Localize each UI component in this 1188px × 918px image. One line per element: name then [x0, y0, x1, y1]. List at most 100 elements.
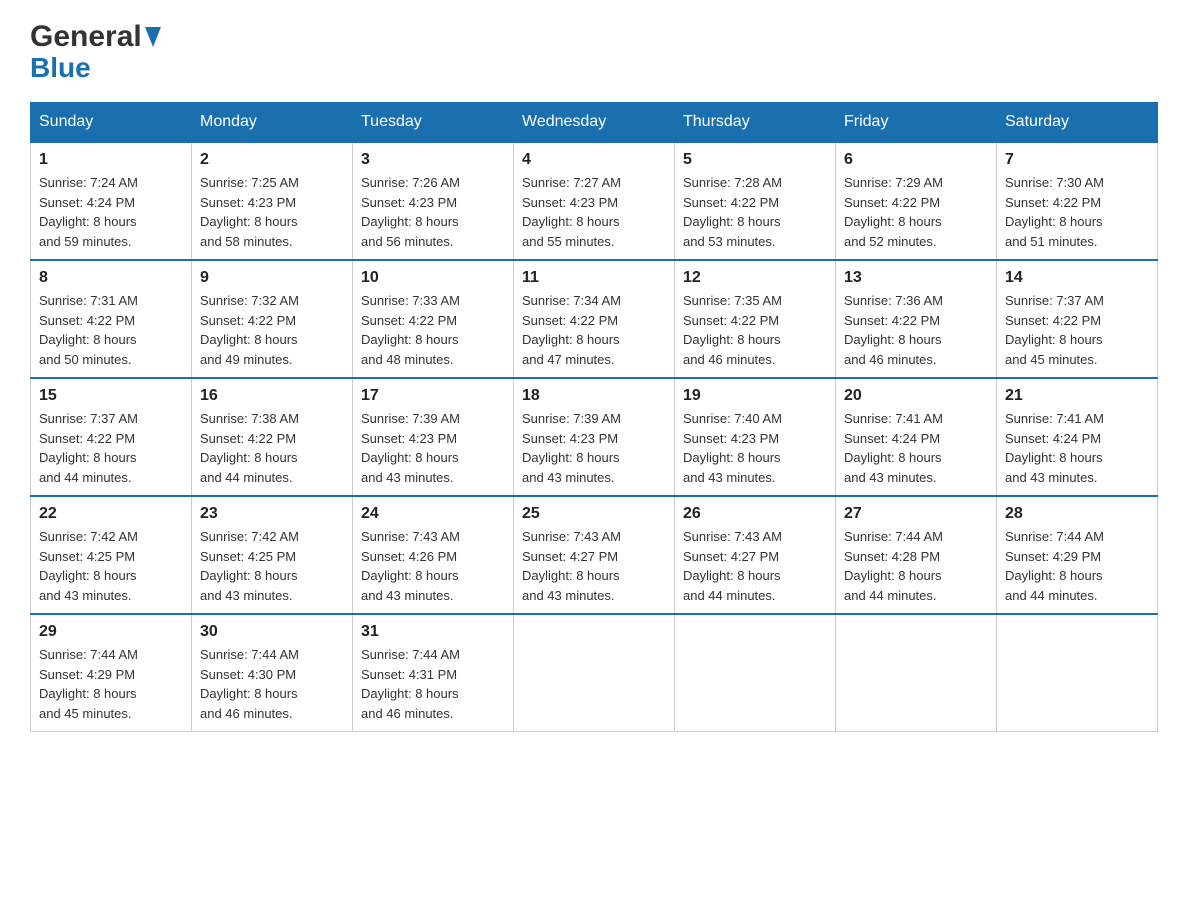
calendar-cell: 20 Sunrise: 7:41 AMSunset: 4:24 PMDaylig…: [836, 378, 997, 496]
calendar-cell: 16 Sunrise: 7:38 AMSunset: 4:22 PMDaylig…: [192, 378, 353, 496]
day-info: Sunrise: 7:25 AMSunset: 4:23 PMDaylight:…: [200, 175, 299, 249]
logo-arrow-icon: [145, 27, 161, 52]
calendar-header-row: SundayMondayTuesdayWednesdayThursdayFrid…: [31, 103, 1158, 143]
day-number: 24: [361, 505, 505, 523]
calendar-cell: [514, 614, 675, 732]
day-info: Sunrise: 7:34 AMSunset: 4:22 PMDaylight:…: [522, 293, 621, 367]
day-info: Sunrise: 7:33 AMSunset: 4:22 PMDaylight:…: [361, 293, 460, 367]
day-info: Sunrise: 7:38 AMSunset: 4:22 PMDaylight:…: [200, 411, 299, 485]
day-number: 4: [522, 151, 666, 169]
day-number: 29: [39, 623, 183, 641]
day-info: Sunrise: 7:26 AMSunset: 4:23 PMDaylight:…: [361, 175, 460, 249]
day-number: 21: [1005, 387, 1149, 405]
calendar-cell: 14 Sunrise: 7:37 AMSunset: 4:22 PMDaylig…: [997, 260, 1158, 378]
calendar-cell: 5 Sunrise: 7:28 AMSunset: 4:22 PMDayligh…: [675, 142, 836, 260]
day-number: 6: [844, 151, 988, 169]
calendar-cell: [675, 614, 836, 732]
day-number: 16: [200, 387, 344, 405]
calendar-cell: [997, 614, 1158, 732]
calendar-cell: 26 Sunrise: 7:43 AMSunset: 4:27 PMDaylig…: [675, 496, 836, 614]
day-info: Sunrise: 7:32 AMSunset: 4:22 PMDaylight:…: [200, 293, 299, 367]
calendar-week-row: 1 Sunrise: 7:24 AMSunset: 4:24 PMDayligh…: [31, 142, 1158, 260]
logo: General Blue: [30, 20, 161, 82]
calendar-cell: 3 Sunrise: 7:26 AMSunset: 4:23 PMDayligh…: [353, 142, 514, 260]
day-number: 17: [361, 387, 505, 405]
day-info: Sunrise: 7:31 AMSunset: 4:22 PMDaylight:…: [39, 293, 138, 367]
day-header-tuesday: Tuesday: [353, 103, 514, 143]
day-number: 25: [522, 505, 666, 523]
day-info: Sunrise: 7:28 AMSunset: 4:22 PMDaylight:…: [683, 175, 782, 249]
day-number: 19: [683, 387, 827, 405]
day-header-thursday: Thursday: [675, 103, 836, 143]
day-number: 22: [39, 505, 183, 523]
calendar-cell: 12 Sunrise: 7:35 AMSunset: 4:22 PMDaylig…: [675, 260, 836, 378]
day-number: 30: [200, 623, 344, 641]
day-number: 26: [683, 505, 827, 523]
calendar-cell: 22 Sunrise: 7:42 AMSunset: 4:25 PMDaylig…: [31, 496, 192, 614]
day-header-monday: Monday: [192, 103, 353, 143]
day-header-saturday: Saturday: [997, 103, 1158, 143]
day-info: Sunrise: 7:40 AMSunset: 4:23 PMDaylight:…: [683, 411, 782, 485]
day-info: Sunrise: 7:29 AMSunset: 4:22 PMDaylight:…: [844, 175, 943, 249]
day-number: 13: [844, 269, 988, 287]
page-header: General Blue: [30, 20, 1158, 82]
day-number: 11: [522, 269, 666, 287]
calendar-cell: 31 Sunrise: 7:44 AMSunset: 4:31 PMDaylig…: [353, 614, 514, 732]
day-info: Sunrise: 7:42 AMSunset: 4:25 PMDaylight:…: [39, 529, 138, 603]
calendar-week-row: 15 Sunrise: 7:37 AMSunset: 4:22 PMDaylig…: [31, 378, 1158, 496]
day-info: Sunrise: 7:39 AMSunset: 4:23 PMDaylight:…: [361, 411, 460, 485]
calendar-cell: 19 Sunrise: 7:40 AMSunset: 4:23 PMDaylig…: [675, 378, 836, 496]
calendar-cell: 25 Sunrise: 7:43 AMSunset: 4:27 PMDaylig…: [514, 496, 675, 614]
day-info: Sunrise: 7:27 AMSunset: 4:23 PMDaylight:…: [522, 175, 621, 249]
day-info: Sunrise: 7:24 AMSunset: 4:24 PMDaylight:…: [39, 175, 138, 249]
day-info: Sunrise: 7:39 AMSunset: 4:23 PMDaylight:…: [522, 411, 621, 485]
calendar-cell: 4 Sunrise: 7:27 AMSunset: 4:23 PMDayligh…: [514, 142, 675, 260]
day-number: 15: [39, 387, 183, 405]
logo-general-text: General: [30, 20, 142, 54]
day-info: Sunrise: 7:43 AMSunset: 4:26 PMDaylight:…: [361, 529, 460, 603]
day-info: Sunrise: 7:43 AMSunset: 4:27 PMDaylight:…: [522, 529, 621, 603]
calendar-cell: 2 Sunrise: 7:25 AMSunset: 4:23 PMDayligh…: [192, 142, 353, 260]
day-number: 8: [39, 269, 183, 287]
day-info: Sunrise: 7:44 AMSunset: 4:29 PMDaylight:…: [39, 647, 138, 721]
calendar-cell: 11 Sunrise: 7:34 AMSunset: 4:22 PMDaylig…: [514, 260, 675, 378]
calendar-cell: 27 Sunrise: 7:44 AMSunset: 4:28 PMDaylig…: [836, 496, 997, 614]
day-number: 5: [683, 151, 827, 169]
calendar-cell: 7 Sunrise: 7:30 AMSunset: 4:22 PMDayligh…: [997, 142, 1158, 260]
day-number: 10: [361, 269, 505, 287]
calendar-cell: 9 Sunrise: 7:32 AMSunset: 4:22 PMDayligh…: [192, 260, 353, 378]
day-info: Sunrise: 7:37 AMSunset: 4:22 PMDaylight:…: [1005, 293, 1104, 367]
calendar-cell: 24 Sunrise: 7:43 AMSunset: 4:26 PMDaylig…: [353, 496, 514, 614]
day-info: Sunrise: 7:37 AMSunset: 4:22 PMDaylight:…: [39, 411, 138, 485]
day-number: 14: [1005, 269, 1149, 287]
logo-blue-text: Blue: [30, 54, 161, 82]
day-number: 2: [200, 151, 344, 169]
day-number: 27: [844, 505, 988, 523]
day-number: 9: [200, 269, 344, 287]
calendar-week-row: 29 Sunrise: 7:44 AMSunset: 4:29 PMDaylig…: [31, 614, 1158, 732]
day-info: Sunrise: 7:44 AMSunset: 4:29 PMDaylight:…: [1005, 529, 1104, 603]
day-number: 31: [361, 623, 505, 641]
calendar-cell: 10 Sunrise: 7:33 AMSunset: 4:22 PMDaylig…: [353, 260, 514, 378]
day-info: Sunrise: 7:44 AMSunset: 4:30 PMDaylight:…: [200, 647, 299, 721]
day-info: Sunrise: 7:44 AMSunset: 4:28 PMDaylight:…: [844, 529, 943, 603]
calendar-cell: 29 Sunrise: 7:44 AMSunset: 4:29 PMDaylig…: [31, 614, 192, 732]
calendar-cell: 15 Sunrise: 7:37 AMSunset: 4:22 PMDaylig…: [31, 378, 192, 496]
day-info: Sunrise: 7:43 AMSunset: 4:27 PMDaylight:…: [683, 529, 782, 603]
day-number: 18: [522, 387, 666, 405]
calendar-week-row: 22 Sunrise: 7:42 AMSunset: 4:25 PMDaylig…: [31, 496, 1158, 614]
day-info: Sunrise: 7:41 AMSunset: 4:24 PMDaylight:…: [844, 411, 943, 485]
day-number: 12: [683, 269, 827, 287]
day-number: 7: [1005, 151, 1149, 169]
calendar-cell: [836, 614, 997, 732]
calendar-cell: 17 Sunrise: 7:39 AMSunset: 4:23 PMDaylig…: [353, 378, 514, 496]
day-number: 28: [1005, 505, 1149, 523]
day-header-friday: Friday: [836, 103, 997, 143]
day-number: 23: [200, 505, 344, 523]
calendar-cell: 21 Sunrise: 7:41 AMSunset: 4:24 PMDaylig…: [997, 378, 1158, 496]
calendar-cell: 28 Sunrise: 7:44 AMSunset: 4:29 PMDaylig…: [997, 496, 1158, 614]
day-info: Sunrise: 7:30 AMSunset: 4:22 PMDaylight:…: [1005, 175, 1104, 249]
day-info: Sunrise: 7:36 AMSunset: 4:22 PMDaylight:…: [844, 293, 943, 367]
day-info: Sunrise: 7:41 AMSunset: 4:24 PMDaylight:…: [1005, 411, 1104, 485]
calendar-cell: 18 Sunrise: 7:39 AMSunset: 4:23 PMDaylig…: [514, 378, 675, 496]
